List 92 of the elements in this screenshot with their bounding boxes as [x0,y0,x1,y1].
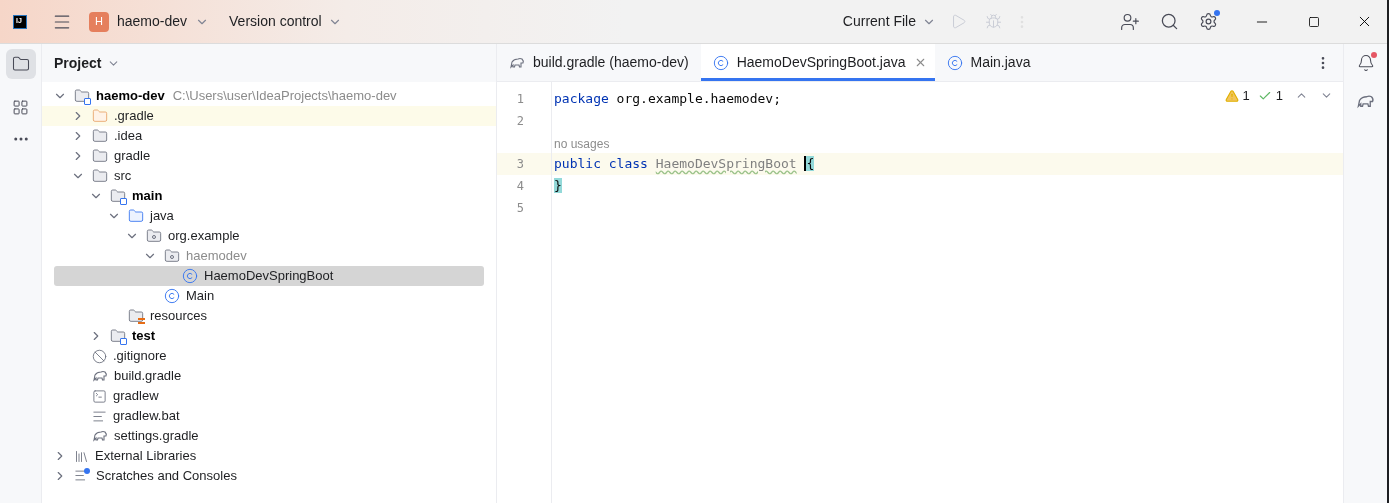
module-folder-icon [110,188,126,204]
code-line: package org.example.haemodev; [554,90,781,109]
package-icon [164,248,180,264]
tab-label: HaemoDevSpringBoot.java [736,53,906,72]
tree-item-label: org.example [168,227,240,246]
tab-label: build.gradle (haemo-dev) [533,53,689,72]
tree-item-label: .idea [114,127,143,146]
tree-item-label: build.gradle [114,367,182,386]
tree-item-label: HaemoDevSpringBoot [204,267,334,286]
run-configuration[interactable]: Current File [842,11,936,32]
package-icon [146,228,162,244]
line-number: 2 [516,113,524,130]
class-icon [712,54,729,71]
tree-item-label: gradlew [113,387,159,406]
search-icon[interactable] [1160,12,1179,31]
class-icon [182,268,198,284]
line-number: 4 [516,178,524,195]
tree-item[interactable]: gradle [42,146,496,166]
line-number: 1 [516,91,524,108]
tree-item[interactable]: haemo-dev C:\Users\user\IdeaProjects\haemo-dev [42,86,496,106]
elephant-icon [92,428,108,444]
tree-item-label: Scratches and Consoles [96,467,237,486]
line-number: 5 [516,200,524,217]
folder-icon [92,128,108,144]
tree-item[interactable]: .gradle [42,106,496,126]
resources-folder-icon [128,308,144,324]
project-tool-icon[interactable] [5,49,36,79]
tree-item-label: java [150,207,174,226]
tree-item-label: haemodev [186,247,247,266]
folder-icon [92,168,108,184]
tab-label: Main.java [970,53,1031,72]
tree-item-label: resources [150,307,208,326]
editor-tab[interactable]: HaemoDevSpringBoot.java [700,44,935,81]
module-folder-icon [110,328,126,344]
tree-item-label: .gradle [114,107,154,126]
tree-item[interactable]: main [42,186,496,206]
notifications-icon[interactable] [1356,54,1375,72]
tree-item[interactable]: build.gradle [42,366,496,386]
terminal-icon [92,388,107,404]
tree-item[interactable]: gradlew [42,386,496,406]
warning-icon [1224,88,1239,103]
structure-icon[interactable] [12,99,29,116]
inspection-widget[interactable]: 1 1 [1224,86,1333,106]
typo-count: 1 [1275,87,1283,105]
tree-item-label: main [132,187,163,206]
inlay-hint: no usages [554,136,610,153]
tree-item-label: haemo-dev [96,87,165,106]
tree-item[interactable]: org.example [42,226,496,246]
vcs-menu[interactable]: Version control [229,11,342,32]
tree-item[interactable]: External Libraries [42,446,496,466]
tree-item[interactable]: test [42,326,496,346]
scratches-icon [74,468,90,484]
project-switcher[interactable]: H haemo-dev [89,11,210,32]
tree-item-label: gradlew.bat [113,407,180,426]
library-icon [74,448,89,464]
tree-item[interactable]: Main [42,286,496,306]
folder-icon [92,148,108,164]
tree-item[interactable]: gradlew.bat [42,406,496,426]
tree-item[interactable]: HaemoDevSpringBoot [54,266,484,286]
project-path: C:\Users\user\IdeaProjects\haemo-dev [172,87,397,106]
tree-item-label: Main [186,287,215,306]
tree-item-label: gradle [114,147,151,166]
elephant-icon [92,368,108,384]
warning-count: 1 [1242,87,1250,105]
tree-item[interactable]: .idea [42,126,496,146]
code-line: public class HaemoDevSpringBoot { [554,155,815,174]
folder-icon [92,108,108,124]
tree-item-label: test [132,327,156,346]
maximize-icon[interactable] [1308,15,1320,28]
tree-item[interactable]: resources [42,306,496,326]
editor-tab[interactable]: Main.java [934,44,1043,81]
project-badge: H [89,11,109,32]
line-number: 3 [516,156,524,173]
tree-item[interactable]: settings.gradle [42,426,496,446]
tree-item[interactable]: Scratches and Consoles [42,466,496,486]
tree-item-label: .gitignore [113,347,167,366]
tree-item[interactable]: src [42,166,496,186]
class-icon [164,288,180,304]
editor-tab[interactable]: build.gradle (haemo-dev) [497,44,701,81]
class-icon [946,54,963,71]
folder-icon [128,208,144,224]
ignore-file-icon [92,348,107,364]
tree-item[interactable]: .gitignore [42,346,496,366]
add-user-icon[interactable] [1120,11,1140,32]
settings-icon[interactable] [1199,12,1218,31]
tree-item-label: settings.gradle [114,427,199,446]
project-view-selector[interactable]: Project [54,52,121,74]
text-file-icon [92,408,107,424]
module-folder-icon [74,88,90,104]
tree-item-label: src [114,167,132,186]
tree-item-label: External Libraries [95,447,197,466]
tree-item[interactable]: java [42,206,496,226]
